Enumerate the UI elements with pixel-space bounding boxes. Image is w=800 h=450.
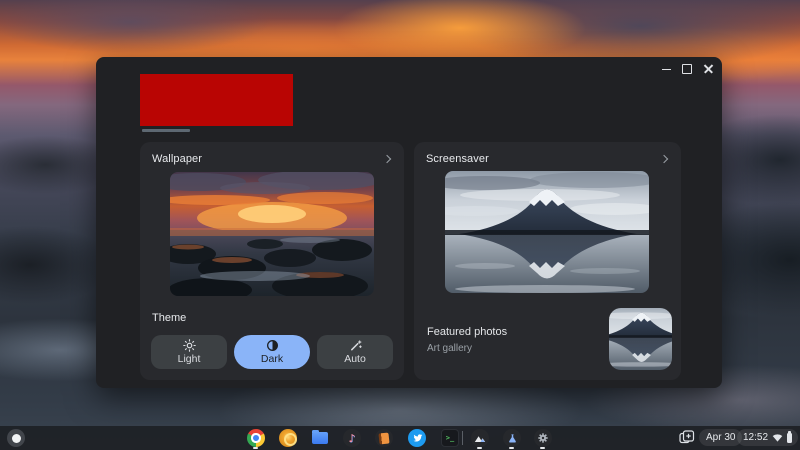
screensaver-card-title: Screensaver <box>426 153 489 165</box>
contrast-half-circle-icon <box>266 340 278 351</box>
featured-photos-title: Featured photos <box>427 326 508 338</box>
chevron-right-icon[interactable] <box>659 154 669 164</box>
gallery-mountain-icon[interactable] <box>471 429 489 447</box>
sun-icon <box>182 339 196 352</box>
terminal-icon[interactable]: >_ <box>441 429 459 447</box>
minimize-icon[interactable] <box>658 61 674 77</box>
battery-icon <box>787 430 793 443</box>
notes-app-icon[interactable] <box>375 429 393 447</box>
redacted-banner <box>140 74 293 126</box>
settings-gear-icon[interactable] <box>534 429 552 447</box>
featured-photos-block[interactable]: Featured photos Art gallery <box>427 326 507 354</box>
flask-app-icon[interactable] <box>503 429 521 447</box>
theme-dark-label: Dark <box>260 353 284 365</box>
theme-buttons: Light Dark Auto <box>151 335 393 369</box>
close-icon[interactable] <box>700 61 716 77</box>
running-indicator-chrome <box>253 447 258 449</box>
screensaver-thumbnail[interactable] <box>609 308 672 370</box>
wallpaper-preview-image[interactable] <box>170 172 374 296</box>
date-pill[interactable]: Apr 30 <box>699 429 743 446</box>
theme-auto-label: Auto <box>344 353 366 365</box>
twitter-icon[interactable] <box>408 429 426 447</box>
music-note-app-icon[interactable]: ♪ <box>343 429 361 447</box>
desktop-wallpaper: Wallpaper Theme Light Dark Auto Screensa… <box>0 0 800 450</box>
theme-section-label: Theme <box>152 312 187 324</box>
music-note-glyph: ♪ <box>348 431 356 445</box>
theme-auto-button[interactable]: Auto <box>317 335 393 369</box>
window-controls <box>658 61 716 77</box>
mountain-glyph <box>474 436 486 442</box>
magic-wand-icon <box>350 340 362 351</box>
launcher-icon[interactable] <box>7 429 25 447</box>
chrome-icon[interactable] <box>247 429 265 447</box>
wallpaper-card-header[interactable]: Wallpaper <box>152 152 394 166</box>
featured-photos-subtitle: Art gallery <box>427 343 473 354</box>
twitter-bird-glyph <box>413 434 423 442</box>
screensaver-preview-image[interactable] <box>445 171 649 293</box>
banner-underline <box>142 129 190 132</box>
gold-circle-app-icon[interactable] <box>279 429 297 447</box>
running-indicator-flask <box>509 447 514 449</box>
theme-light-label: Light <box>177 353 201 365</box>
flask-glyph <box>508 433 516 443</box>
wifi-icon <box>772 434 783 442</box>
maximize-icon[interactable] <box>679 61 695 77</box>
personalization-window: Wallpaper Theme Light Dark Auto Screensa… <box>96 57 722 388</box>
screensaver-card[interactable]: Screensaver Featured photos Art gallery <box>414 142 681 380</box>
shelf-separator <box>462 431 463 445</box>
running-indicator-settings <box>540 447 545 449</box>
running-indicator-gallery <box>477 447 482 449</box>
chevron-right-icon[interactable] <box>382 154 392 164</box>
wallpaper-card[interactable]: Wallpaper Theme Light Dark Auto <box>140 142 404 380</box>
desks-switcher-icon[interactable] <box>679 430 695 444</box>
time-label: 12:52 <box>743 432 769 443</box>
date-label: Apr 30 <box>706 432 736 443</box>
gear-glyph <box>538 433 548 443</box>
wallpaper-card-title: Wallpaper <box>152 153 203 165</box>
status-tray[interactable]: 12:52 <box>737 429 799 446</box>
theme-dark-button[interactable]: Dark <box>234 335 310 369</box>
files-folder-icon[interactable] <box>312 430 328 444</box>
theme-light-button[interactable]: Light <box>151 335 227 369</box>
screensaver-card-header[interactable]: Screensaver <box>426 152 671 166</box>
